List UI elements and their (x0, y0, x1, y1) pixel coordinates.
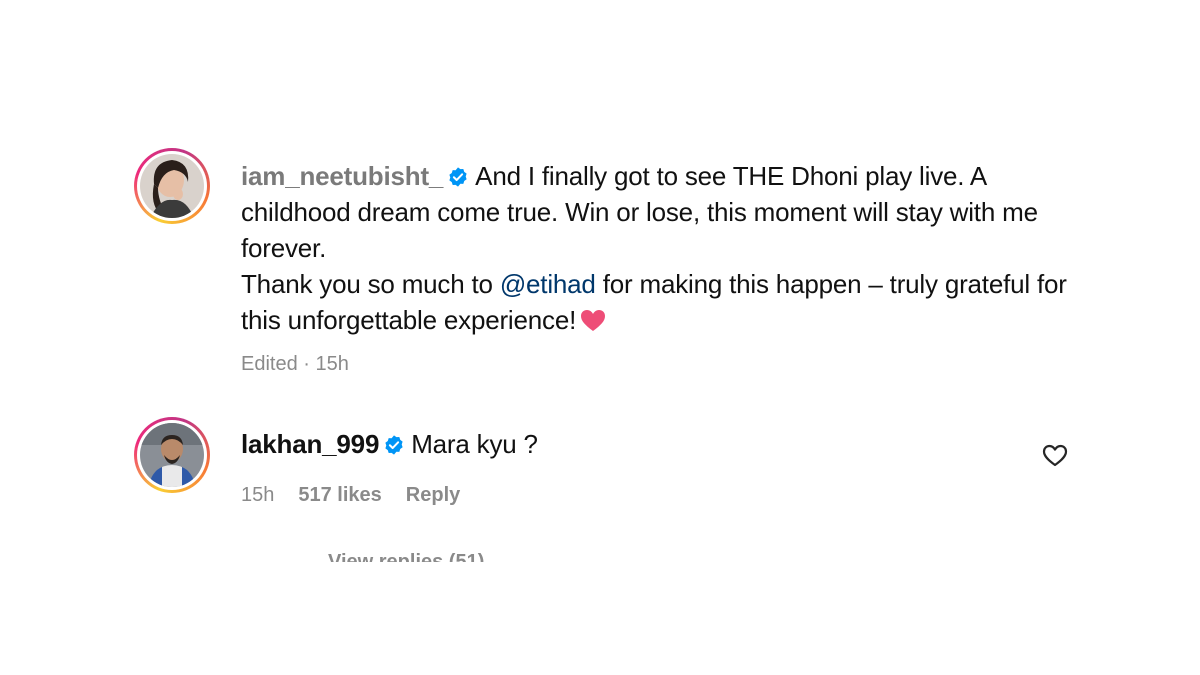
comment-time: 15h (241, 484, 275, 506)
comment-text: Mara kyu ? (411, 429, 538, 459)
mention-link-etihad[interactable]: @etihad (500, 269, 596, 299)
verified-badge-icon (449, 167, 467, 187)
likes-count[interactable]: 517 likes (298, 484, 381, 507)
view-replies-button[interactable]: View replies (51) (328, 548, 484, 562)
avatar-lakhan-999[interactable] (134, 417, 210, 493)
comment-username[interactable]: iam_neetubisht_ (241, 161, 443, 191)
reply-button[interactable]: Reply (406, 484, 460, 507)
pink-heart-emoji (581, 310, 606, 331)
verified-badge-icon (385, 435, 403, 455)
comment-body: lakhan_999 Mara kyu ? (241, 426, 1001, 462)
edited-label: Edited (241, 353, 298, 375)
comment-username[interactable]: lakhan_999 (241, 429, 379, 459)
avatar-photo (140, 154, 204, 218)
comment-meta: 15h 517 likes Reply (241, 484, 460, 507)
comment-meta: Edited · 15h (241, 353, 349, 375)
avatar-photo (140, 423, 204, 487)
comment-text-line2: Thank you so much to (241, 269, 493, 299)
comment-body: iam_neetubisht_ And I finally got to see … (241, 158, 1081, 338)
heart-outline-icon[interactable] (1042, 444, 1068, 468)
comment-time: 15h (315, 353, 349, 375)
avatar-iam-neetubisht[interactable] (134, 148, 210, 224)
